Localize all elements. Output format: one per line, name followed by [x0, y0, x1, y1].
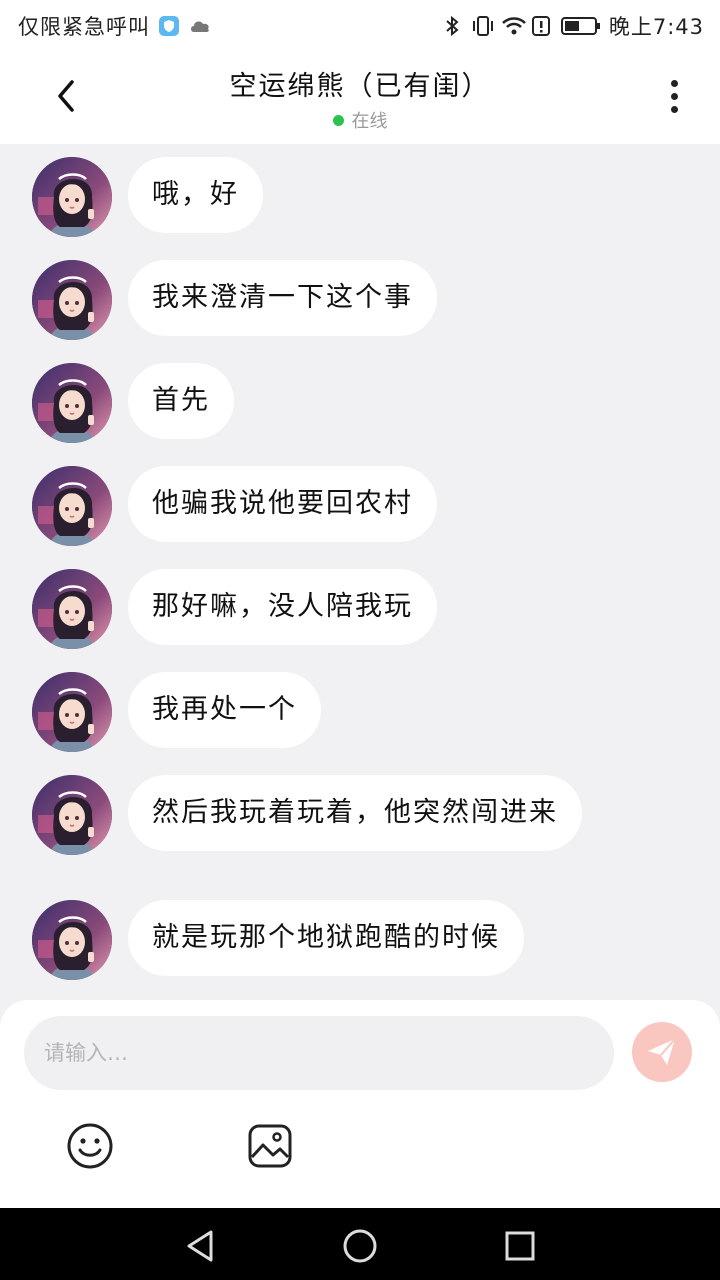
avatar[interactable]: [32, 672, 112, 752]
online-status: 在线: [160, 107, 560, 133]
chat-title: 空运绵熊（已有闺）: [229, 71, 491, 102]
recents-square-icon: [505, 1231, 535, 1261]
avatar-illustration: [32, 672, 112, 752]
avatar-illustration: [32, 775, 112, 855]
message-input[interactable]: [24, 1016, 614, 1090]
send-button[interactable]: [632, 1022, 692, 1082]
smiley-icon: [67, 1123, 113, 1169]
more-options-button[interactable]: [656, 74, 692, 118]
message-bubble[interactable]: 就是玩那个地狱跑酷的时候: [128, 900, 524, 976]
bluetooth-icon: [441, 15, 463, 37]
carrier-text: 仅限紧急呼叫: [18, 15, 150, 39]
chat-header: 空运绵熊（已有闺） 在线: [0, 52, 720, 144]
message-bubble[interactable]: 然后我玩着玩着，他突然闯进来: [128, 775, 582, 851]
status-bar-right: 晚上7:43: [441, 11, 704, 41]
more-dot-icon: [670, 79, 678, 87]
nav-recents-button[interactable]: [500, 1226, 540, 1266]
battery-icon: [560, 15, 601, 37]
message-bubble[interactable]: 我来澄清一下这个事: [128, 260, 437, 336]
shield-app-icon: [158, 15, 180, 37]
status-bar-left: 仅限紧急呼叫: [18, 11, 210, 41]
avatar[interactable]: [32, 569, 112, 649]
avatar-illustration: [32, 466, 112, 546]
avatar[interactable]: [32, 157, 112, 237]
cloud-icon: [188, 15, 210, 37]
avatar-illustration: [32, 900, 112, 980]
avatar[interactable]: [32, 900, 112, 980]
message-bubble[interactable]: 我再处一个: [128, 672, 321, 748]
online-status-text: 在线: [351, 111, 388, 132]
image-button[interactable]: [244, 1120, 296, 1172]
vibrate-icon: [471, 15, 493, 37]
avatar[interactable]: [32, 363, 112, 443]
chat-title-block: 空运绵熊（已有闺） 在线: [160, 64, 560, 133]
status-bar: 仅限紧急呼叫 晚上7:43: [0, 0, 720, 52]
avatar-illustration: [32, 157, 112, 237]
emoji-button[interactable]: [64, 1120, 116, 1172]
back-button[interactable]: [44, 74, 88, 118]
wifi-icon: [501, 15, 526, 37]
nav-home-button[interactable]: [340, 1226, 380, 1266]
image-icon: [248, 1124, 292, 1168]
chevron-left-icon: [58, 80, 74, 112]
paper-plane-icon: [648, 1038, 676, 1065]
home-circle-icon: [343, 1229, 377, 1263]
online-dot-icon: [332, 114, 344, 126]
clock-text: 晚上7:43: [608, 15, 704, 39]
more-dot-icon: [670, 92, 678, 100]
more-dot-icon: [670, 105, 678, 113]
message-bubble[interactable]: 那好嘛，没人陪我玩: [128, 569, 437, 645]
back-triangle-icon: [187, 1230, 213, 1262]
message-list[interactable]: 哦，好 我来澄清一下这个事 首先 他骗我说他要回农村 那好嘛，没人陪我玩 我再处…: [0, 144, 720, 1000]
alert-icon: [531, 15, 553, 37]
avatar[interactable]: [32, 260, 112, 340]
avatar-illustration: [32, 260, 112, 340]
system-nav-bar: [0, 1208, 720, 1280]
avatar-illustration: [32, 363, 112, 443]
avatar-illustration: [32, 569, 112, 649]
nav-back-button[interactable]: [180, 1226, 220, 1266]
composer-panel: [0, 1000, 720, 1208]
message-bubble[interactable]: 哦，好: [128, 157, 263, 233]
avatar[interactable]: [32, 775, 112, 855]
message-bubble[interactable]: 他骗我说他要回农村: [128, 466, 437, 542]
message-bubble[interactable]: 首先: [128, 363, 234, 439]
avatar[interactable]: [32, 466, 112, 546]
